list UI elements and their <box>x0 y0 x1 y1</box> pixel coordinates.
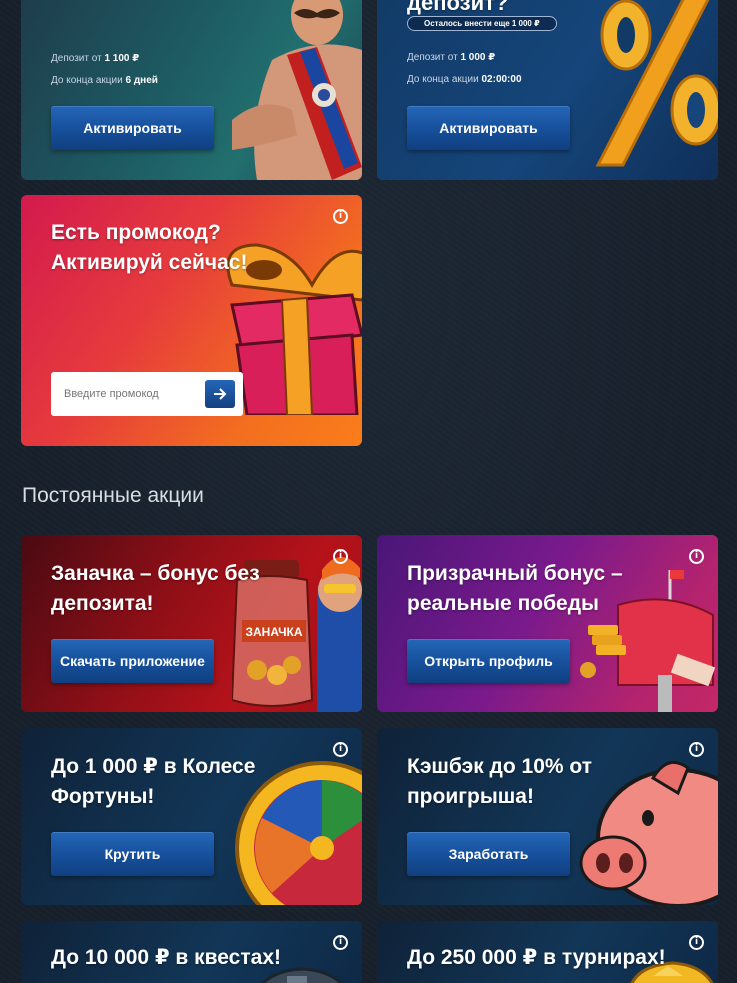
info-icon[interactable]: i <box>689 935 704 950</box>
info-icon[interactable]: i <box>333 549 348 564</box>
promo-title-line1: Есть промокод? <box>51 221 221 244</box>
percent-icon <box>595 0 718 167</box>
promo-card-wheel-of-fortune: i До 1 000 ₽ в Колесе Фортуны! Крутить <box>21 728 362 905</box>
info-icon[interactable]: i <box>333 209 348 224</box>
card-title-line1: До 1 000 ₽ в Колесе <box>51 755 256 778</box>
card-title-line2: Фортуны! <box>51 785 155 808</box>
info-icon[interactable]: i <box>689 549 704 564</box>
info-icon[interactable]: i <box>689 742 704 757</box>
promo-card-percent-bonus: депозит? Осталось внести еще 1 000 ₽ Деп… <box>377 0 718 180</box>
time-left-info: До конца акции 6 дней <box>51 75 158 86</box>
promo-code-card: i Есть промокод? Активируй сейчас! <box>21 195 362 446</box>
deposit-info: Депозит от 1 100 ₽ <box>51 53 140 64</box>
card-title-line2: депозита! <box>51 592 154 615</box>
submit-promo-button[interactable] <box>205 380 235 408</box>
spin-button[interactable]: Крутить <box>51 832 214 876</box>
jar-label: ЗАНАЧКА <box>245 625 302 639</box>
promo-title-line2: Активируй сейчас! <box>51 251 248 274</box>
card-title-line2: реальные победы <box>407 592 599 615</box>
section-title-permanent-promos: Постоянные акции <box>22 484 204 507</box>
card-title-line1: Заначка – бонус без <box>51 562 260 585</box>
promo-card-tournaments: i До 250 000 ₽ в турнирах! <box>377 921 718 983</box>
activate-button[interactable]: Активировать <box>407 106 570 150</box>
info-icon[interactable]: i <box>333 935 348 950</box>
card-title-line1: Призрачный бонус – <box>407 562 623 585</box>
promo-card-stash-bonus: i Заначка – бонус без депозита! ЗАНАЧКА … <box>21 535 362 712</box>
promo-card-deposit-bonus: Депозит от 1 100 ₽ До конца акции 6 дней… <box>21 0 362 180</box>
promo-card-ghost-bonus: i Призрачный бонус – реальные победы Отк… <box>377 535 718 712</box>
promo-code-form <box>51 372 243 416</box>
card-title-line1: До 10 000 ₽ в квестах! <box>51 946 281 969</box>
open-profile-button[interactable]: Открыть профиль <box>407 639 570 683</box>
deposit-info: Депозит от 1 000 ₽ <box>407 52 496 63</box>
promo-card-cashback: i Кэшбэк до 10% от проигрыша! Заработать <box>377 728 718 905</box>
card-title-line2: проигрыша! <box>407 785 534 808</box>
card-title-line1: Кэшбэк до 10% от <box>407 755 593 778</box>
time-left-info: До конца акции 02:00:00 <box>407 74 522 85</box>
download-app-button[interactable]: Скачать приложение <box>51 639 214 683</box>
promo-card-quests: i До 10 000 ₽ в квестах! <box>21 921 362 983</box>
promo-code-input[interactable] <box>51 372 201 416</box>
strongman-illustration <box>232 0 362 180</box>
remaining-amount-badge: Осталось внести еще 1 000 ₽ <box>407 16 557 31</box>
card-title-line1: До 250 000 ₽ в турнирах! <box>407 946 666 969</box>
earn-button[interactable]: Заработать <box>407 832 570 876</box>
activate-button[interactable]: Активировать <box>51 106 214 150</box>
arrow-right-icon <box>214 388 227 400</box>
info-icon[interactable]: i <box>333 742 348 757</box>
